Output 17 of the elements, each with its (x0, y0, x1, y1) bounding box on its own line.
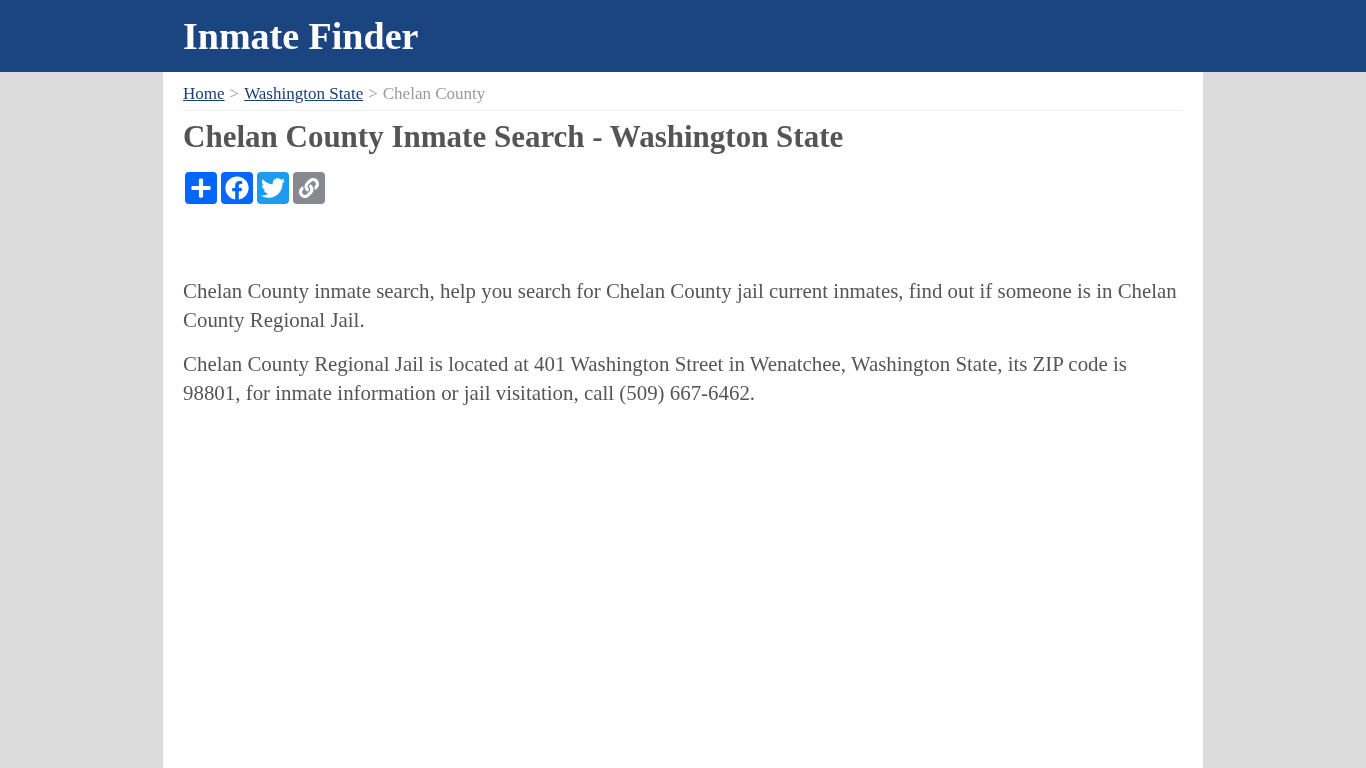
facebook-icon (225, 176, 249, 200)
twitter-share-button[interactable] (257, 172, 289, 204)
breadcrumb-separator: > (228, 84, 241, 104)
copy-link-button[interactable] (293, 172, 325, 204)
plus-icon (190, 177, 212, 199)
page-title: Chelan County Inmate Search - Washington State (183, 120, 845, 154)
breadcrumb-link[interactable]: Washington State (244, 84, 364, 104)
breadcrumb-current: Chelan County (382, 84, 486, 104)
body-paragraph: Chelan County Regional Jail is located at 401 Washington Street in Wenatchee, Washington State, its ZIP code is 98801, for inmate information or jail visitation, call (509) 667-6462. (183, 351, 1128, 407)
bird-icon (261, 176, 285, 200)
breadcrumb-link[interactable]: Home (183, 84, 225, 104)
breadcrumb-separator: > (367, 84, 379, 104)
body-paragraph: Chelan County inmate search, help you search for Chelan County jail current inmates, find out if someone is in Chelan County Regional Jail. (183, 278, 1178, 334)
share-button[interactable] (185, 172, 217, 204)
site-title[interactable]: Inmate Finder (183, 17, 419, 55)
link-icon (299, 178, 319, 198)
facebook-share-button[interactable] (221, 172, 253, 204)
